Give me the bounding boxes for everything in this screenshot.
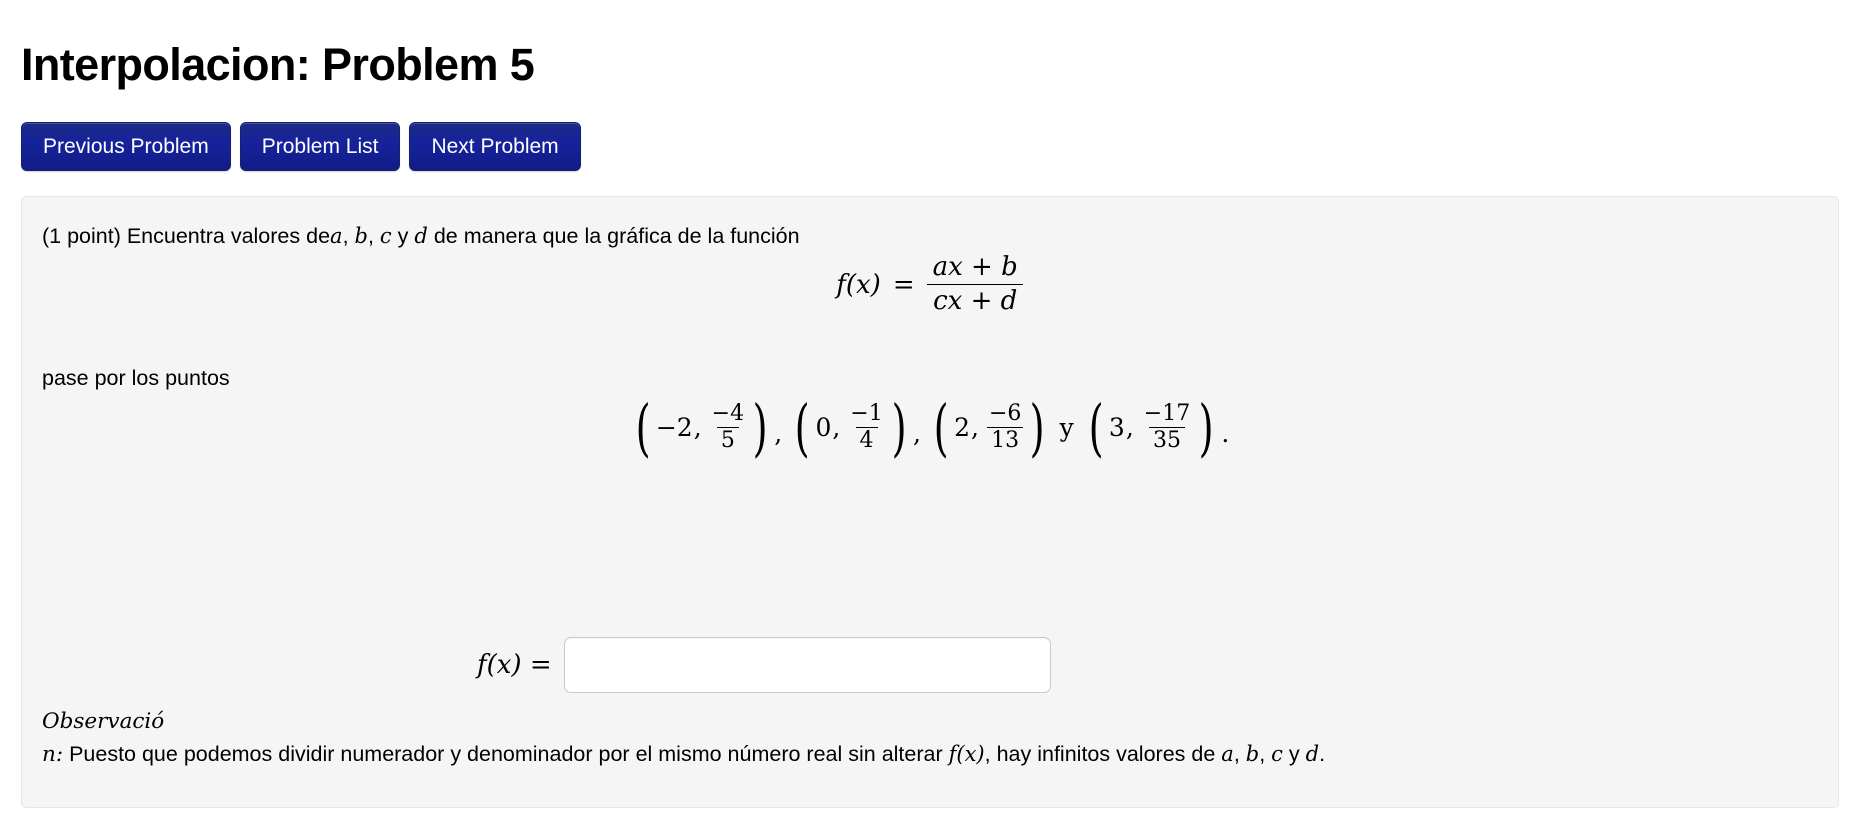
point-3-x: 2 bbox=[954, 413, 970, 443]
points-terminator: . bbox=[1221, 419, 1230, 449]
observation-comma-1: , bbox=[1233, 742, 1246, 767]
right-paren-icon: ) bbox=[1198, 391, 1214, 465]
problem-list-button[interactable]: Problem List bbox=[239, 122, 401, 171]
statement-var-a: a bbox=[330, 224, 343, 248]
point-3-comma: , bbox=[971, 413, 979, 443]
points-separator-1: , bbox=[774, 419, 783, 449]
next-problem-button[interactable]: Next Problem bbox=[409, 122, 581, 171]
observation-var-c: c bbox=[1271, 742, 1283, 767]
statement-suffix: de manera que la gráfica de la función bbox=[433, 224, 800, 248]
function-definition-equation: f(x) = ax + b cx + d bbox=[22, 252, 1838, 316]
equation-fraction: ax + b cx + d bbox=[927, 252, 1024, 316]
observation-terminator: . bbox=[1319, 742, 1326, 767]
point-4-comma: , bbox=[1125, 413, 1134, 443]
answer-row: f(x) = bbox=[477, 637, 1051, 693]
point-2-numerator: −1 bbox=[850, 401, 883, 426]
problem-panel: (1 point) Encuentra valores dea, b, c y … bbox=[21, 196, 1839, 808]
observation-comma-2: , bbox=[1259, 742, 1272, 767]
statement-var-b: b bbox=[354, 224, 368, 248]
pase-por-los-puntos-text: pase por los puntos bbox=[42, 366, 230, 390]
observation-text-b: , hay infinitos valores de bbox=[984, 742, 1222, 767]
problem-statement: (1 point) Encuentra valores dea, b, c y … bbox=[42, 221, 800, 252]
point-2: ( 0 , −1 4 ) bbox=[790, 391, 911, 465]
left-paren-icon: ( bbox=[635, 391, 651, 465]
statement-var-d: d bbox=[414, 224, 428, 248]
problem-page: Interpolacion: Problem 5 Previous Proble… bbox=[0, 0, 1864, 832]
equation-row: f(x) = ax + b cx + d bbox=[836, 252, 1024, 316]
point-1: ( −2 , −4 5 ) bbox=[631, 391, 773, 465]
page-title: Interpolacion: Problem 5 bbox=[21, 39, 535, 91]
left-paren-icon: ( bbox=[933, 391, 949, 465]
right-paren-icon: ) bbox=[891, 391, 907, 465]
point-4-fraction: −17 35 bbox=[1140, 401, 1194, 453]
interpolation-points: ( −2 , −4 5 ) , ( 0 , −1 4 ) , (2 , −6 … bbox=[22, 391, 1838, 465]
observation-var-b: b bbox=[1245, 742, 1260, 767]
statement-prefix: (1 point) Encuentra valores de bbox=[42, 224, 331, 248]
equation-relation: = bbox=[892, 269, 915, 300]
left-paren-icon: ( bbox=[1088, 391, 1104, 465]
left-paren-icon: ( bbox=[794, 391, 810, 465]
answer-label: f(x) = bbox=[477, 650, 552, 680]
observation-label-line1: Observació bbox=[42, 709, 165, 734]
observation-label-line2: n: bbox=[42, 742, 64, 768]
point-3-fraction: −6 13 bbox=[985, 401, 1025, 453]
equation-numerator: ax + b bbox=[932, 252, 1018, 282]
right-paren-icon: ) bbox=[1029, 391, 1045, 465]
point-3: ( 2 , −6 13 ) bbox=[929, 391, 1050, 465]
equation-lhs: f(x) bbox=[836, 269, 881, 300]
observation-text-a: Puesto que podemos dividir numerador y d… bbox=[63, 742, 949, 767]
observation-text-c: y bbox=[1282, 742, 1306, 767]
previous-problem-button[interactable]: Previous Problem bbox=[21, 122, 231, 171]
point-4: ( 3 , −17 35 ) bbox=[1084, 391, 1219, 465]
point-1-numerator: −4 bbox=[711, 401, 745, 426]
statement-var-c: c bbox=[379, 224, 392, 248]
observation-math-fx: f(x) bbox=[948, 742, 985, 767]
point-3-numerator: −6 bbox=[988, 401, 1022, 426]
point-1-comma: , bbox=[693, 413, 702, 443]
right-paren-icon: ) bbox=[752, 391, 768, 465]
point-1-fraction: −4 5 bbox=[708, 401, 748, 453]
point-2-denominator: 4 bbox=[855, 427, 878, 453]
points-conjunction: y bbox=[1059, 413, 1074, 443]
problem-navigation: Previous Problem Problem List Next Probl… bbox=[21, 122, 581, 171]
point-2-x: 0 bbox=[815, 413, 832, 443]
statement-comma-1: , bbox=[342, 224, 355, 248]
observation-var-a: a bbox=[1221, 742, 1234, 767]
observation-note: Observació n: Puesto que podemos dividir … bbox=[42, 705, 1822, 772]
answer-input[interactable] bbox=[563, 637, 1051, 693]
equation-denominator: cx + d bbox=[927, 284, 1024, 316]
point-3-denominator: 13 bbox=[987, 427, 1024, 453]
point-1-x: −2 bbox=[655, 413, 693, 443]
point-4-denominator: 35 bbox=[1149, 427, 1185, 453]
statement-conjunction: y bbox=[397, 224, 409, 248]
point-4-numerator: −17 bbox=[1143, 401, 1191, 426]
point-1-denominator: 5 bbox=[716, 427, 739, 453]
statement-comma-2: , bbox=[367, 224, 380, 248]
point-2-comma: , bbox=[832, 413, 841, 443]
points-separator-2: , bbox=[912, 419, 921, 449]
point-2-fraction: −1 4 bbox=[846, 401, 886, 453]
observation-var-d: d bbox=[1305, 742, 1320, 767]
point-4-x: 3 bbox=[1108, 413, 1125, 443]
